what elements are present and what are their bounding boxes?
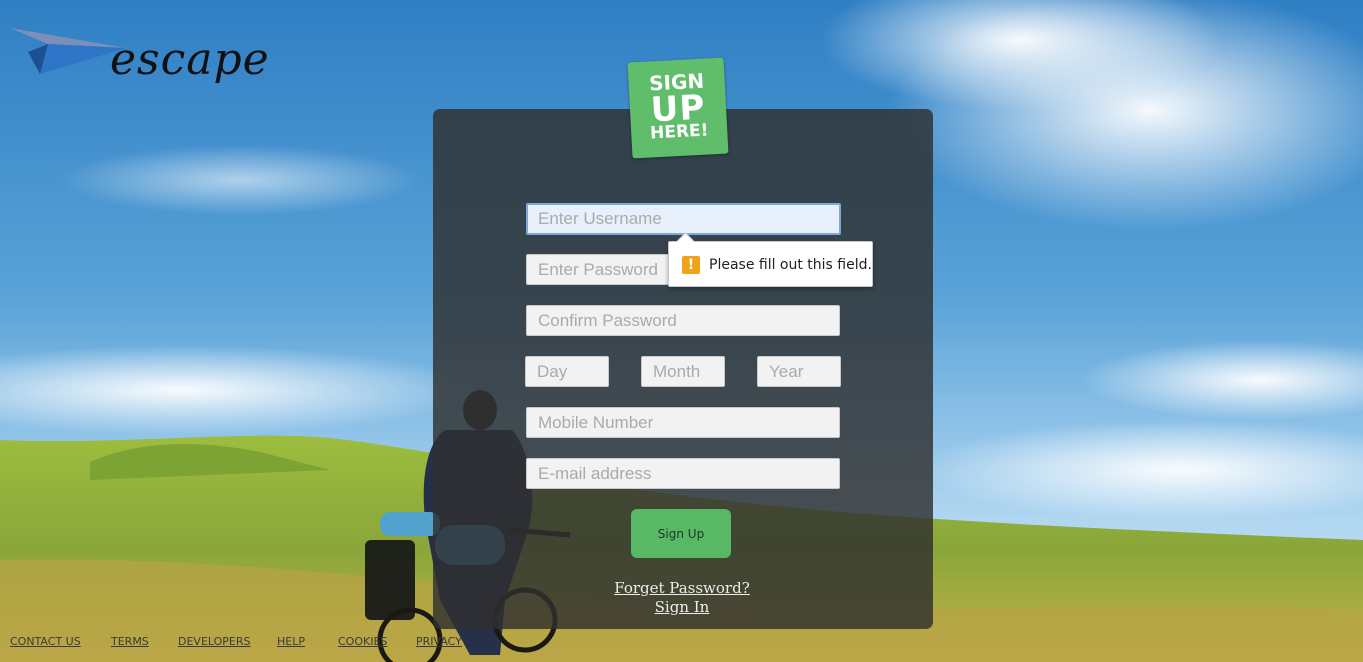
footer-nav: CONTACT US TERMS DEVELOPERS HELP COOKIES… xyxy=(0,635,520,653)
footer-help-link[interactable]: HELP xyxy=(277,635,305,648)
validation-tooltip: ! Please fill out this field. xyxy=(668,232,873,287)
validation-message: Please fill out this field. xyxy=(709,257,872,273)
day-input[interactable] xyxy=(525,356,609,387)
footer-contact-link[interactable]: CONTACT US xyxy=(10,635,81,648)
confirm-password-input[interactable] xyxy=(526,305,840,336)
year-input[interactable] xyxy=(757,356,841,387)
brand-wordmark: escape xyxy=(110,34,270,85)
sign-up-button[interactable]: Sign Up xyxy=(631,509,731,558)
footer-cookies-link[interactable]: COOKIES xyxy=(338,635,387,648)
footer-developers-link[interactable]: DEVELOPERS xyxy=(178,635,251,648)
mobile-number-input[interactable] xyxy=(526,407,840,438)
username-input[interactable] xyxy=(526,203,841,235)
badge-line-3: HERE! xyxy=(649,120,709,144)
warning-icon: ! xyxy=(682,256,700,274)
month-input[interactable] xyxy=(641,356,725,387)
escape-logo[interactable]: escape xyxy=(8,22,328,82)
forgot-password-link[interactable]: Forget Password? xyxy=(560,579,804,597)
footer-terms-link[interactable]: TERMS xyxy=(111,635,149,648)
sign-up-here-badge: SIGN UP HERE! xyxy=(627,57,729,159)
sign-in-link[interactable]: Sign In xyxy=(560,598,804,616)
email-input[interactable] xyxy=(526,458,840,489)
footer-privacy-link[interactable]: PRIVACY xyxy=(416,635,462,648)
